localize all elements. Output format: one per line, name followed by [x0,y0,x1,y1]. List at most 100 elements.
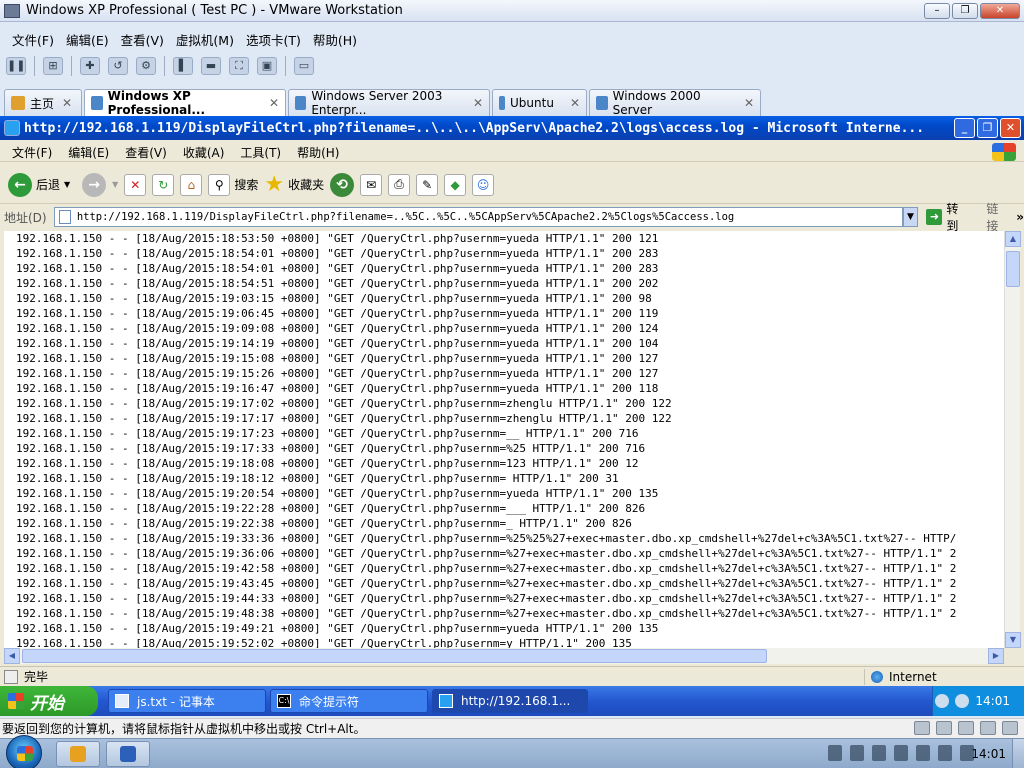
task-command-prompt[interactable]: C:\ 命令提示符 [270,689,428,713]
edit-icon[interactable]: ✎ [416,173,439,196]
tab-windows-2000-server[interactable]: Windows 2000 Server ✕ [589,89,761,117]
tab-windows-server-2003[interactable]: Windows Server 2003 Enterpr... ✕ [288,89,490,117]
tray-icon[interactable] [872,745,886,761]
log-line: 192.168.1.150 - - [18/Aug/2015:19:22:38 … [16,517,632,530]
dropdown-arrow-icon[interactable]: ▼ [112,180,118,189]
scroll-up-icon[interactable]: ▲ [1005,231,1021,247]
vm-menu-tabs[interactable]: 选项卡(T) [240,27,307,49]
tray-icon[interactable] [828,745,842,761]
tray-icon[interactable] [894,745,908,761]
close-tab-icon[interactable]: ✕ [570,96,580,110]
print-icon[interactable]: ⎙ [388,173,411,196]
cdrom-icon[interactable] [936,721,952,735]
display-icon[interactable] [1002,721,1018,735]
hard-disk-icon[interactable] [914,721,930,735]
vertical-scroll-thumb[interactable] [1006,251,1020,287]
network-tray-icon[interactable] [955,694,970,708]
restore-button[interactable]: ❐ [977,118,998,138]
tab-home[interactable]: 主页 ✕ [4,89,82,116]
ie-menu-help[interactable]: 帮助(H) [289,142,347,161]
back-button[interactable]: ← 后退 ▼ [8,172,70,197]
close-button[interactable]: ✕ [1000,118,1021,138]
vm-menu-view[interactable]: 查看(V) [115,27,170,49]
close-tab-icon[interactable]: ✕ [269,96,279,110]
horizontal-scrollbar[interactable]: ◀ ▶ [4,648,1004,664]
horizontal-scroll-thumb[interactable] [22,649,767,663]
task-ie[interactable]: http://192.168.1... [432,689,588,713]
favorites-label: 收藏夹 [288,178,325,192]
sidebar-view-icon[interactable]: ▌ [173,57,193,75]
scroll-down-icon[interactable]: ▼ [1005,632,1021,648]
tray-icon[interactable] [916,745,930,761]
close-tab-icon[interactable]: ✕ [473,96,483,110]
win7-clock[interactable]: 14:01 [971,747,1006,761]
close-tab-icon[interactable]: ✕ [62,96,72,110]
maximize-button[interactable]: ❐ [952,3,978,19]
ie-menu-tools[interactable]: 工具(T) [232,142,289,161]
vm-menu-edit[interactable]: 编辑(E) [60,27,115,49]
go-button[interactable]: ➜ 转到 [926,200,970,234]
vmware-window-title: Windows XP Professional ( Test PC ) - VM… [26,3,403,18]
unity-icon[interactable]: ▣ [257,57,277,75]
taskbar-app-vmware[interactable] [56,741,100,767]
favorites-button[interactable]: ★ 收藏夹 [264,172,324,197]
network-icon[interactable]: ⊞ [43,57,63,75]
show-desktop-button[interactable] [1012,739,1024,768]
history-icon[interactable]: ⟲ [330,172,355,197]
notepad-icon [115,694,129,708]
win7-system-tray [828,745,974,761]
thumbnail-view-icon[interactable]: ▭ [294,57,314,75]
chevron-right-icon[interactable]: » [1016,210,1024,224]
tab-label: Windows XP Professional... [107,89,206,117]
links-button[interactable]: 链接 [986,200,1010,234]
ie-menu-view[interactable]: 查看(V) [117,142,175,161]
scroll-right-icon[interactable]: ▶ [988,648,1004,664]
minimize-button[interactable]: – [924,3,950,19]
pause-icon[interactable]: ❚❚ [6,57,26,75]
mail-icon[interactable]: ✉ [360,173,383,196]
search-button[interactable]: ⚲ 搜索 [208,173,258,196]
ie-icon [4,120,20,136]
fullscreen-icon[interactable]: ⛶ [229,57,249,75]
stop-icon[interactable]: ✕ [124,173,147,196]
tab-windows-xp[interactable]: Windows XP Professional... ✕ [84,89,286,117]
close-button[interactable]: ✕ [980,3,1020,19]
vm-menu-vm[interactable]: 虚拟机(M) [170,27,240,49]
minimize-button[interactable]: _ [954,118,975,138]
xp-start-button[interactable]: 开始 [0,686,98,716]
snapshot-icon[interactable]: ✚ [80,57,100,75]
ie-menu-edit[interactable]: 编辑(E) [60,142,117,161]
win7-start-orb[interactable] [6,735,42,768]
tray-icon[interactable] [938,745,952,761]
close-tab-icon[interactable]: ✕ [744,96,754,110]
home-icon[interactable]: ⌂ [180,173,203,196]
snapshot-manager-icon[interactable]: ⚙ [136,57,156,75]
forward-arrow-icon[interactable]: → [82,172,107,197]
dropdown-arrow-icon[interactable]: ▼ [64,180,70,189]
messenger-icon[interactable]: ◆ [444,173,467,196]
address-dropdown-icon[interactable]: ▼ [902,207,919,227]
refresh-icon[interactable]: ↻ [152,173,175,196]
network-adapter-icon[interactable] [958,721,974,735]
scroll-left-icon[interactable]: ◀ [4,648,20,664]
revert-snapshot-icon[interactable]: ↺ [108,57,128,75]
taskbar-app-word[interactable] [106,741,150,767]
ie-toolbar: ← 后退 ▼ → ▼ ✕ ↻ ⌂ ⚲ 搜索 ★ 收藏夹 ⟲ ✉ ⎙ ✎ ◆ ☺ [0,166,1024,204]
vm-menu-file[interactable]: 文件(F) [6,27,60,49]
task-notepad[interactable]: js.txt - 记事本 [108,689,266,713]
tray-icon[interactable] [850,745,864,761]
vertical-scrollbar[interactable]: ▲ ▼ [1004,231,1021,648]
back-label: 后退 [36,178,61,192]
contacts-icon[interactable]: ☺ [472,173,495,196]
console-view-icon[interactable]: ▬ [201,57,221,75]
usb-icon[interactable] [980,721,996,735]
toolbar-separator [71,56,72,76]
ie-menu-file[interactable]: 文件(F) [4,142,60,161]
address-input[interactable]: http://192.168.1.119/DisplayFileCtrl.php… [53,207,903,227]
page-content: 192.168.1.150 - - [18/Aug/2015:18:53:50 … [4,231,1004,648]
tab-ubuntu[interactable]: Ubuntu ✕ [492,89,587,116]
ie-menu-favorites[interactable]: 收藏(A) [175,142,233,161]
vm-menu-help[interactable]: 帮助(H) [307,27,363,49]
tray-expand-icon[interactable] [935,694,950,708]
log-line: 192.168.1.150 - - [18/Aug/2015:19:17:33 … [16,442,646,455]
